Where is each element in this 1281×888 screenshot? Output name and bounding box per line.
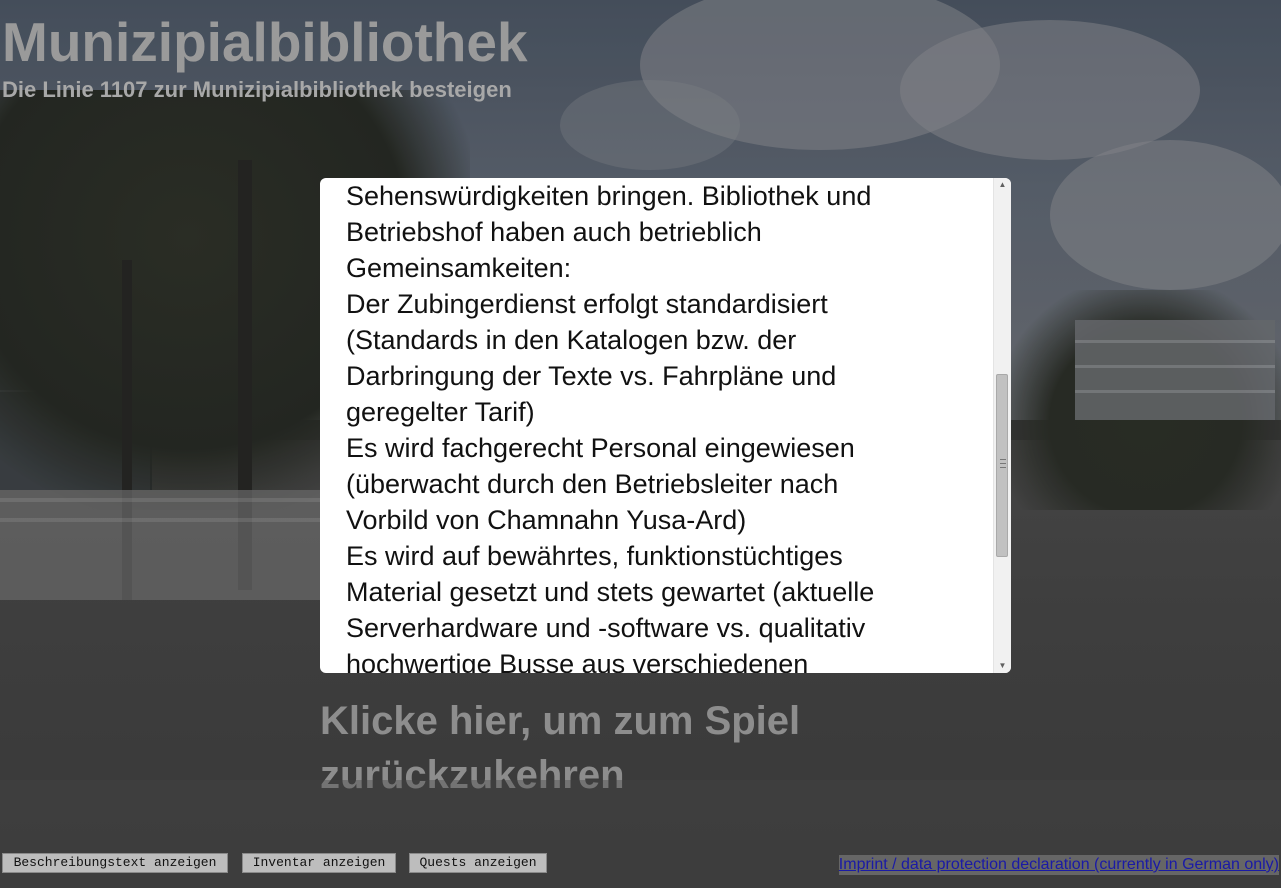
description-line: Serverhardware und -software vs. qualita… (346, 613, 866, 643)
description-line: Es wird auf bewährtes, funktionstüchtige… (346, 541, 843, 571)
description-line: Darbringung der Texte vs. Fahrpläne und (346, 361, 837, 391)
description-line: (überwacht durch den Betriebsleiter nach (346, 469, 839, 499)
description-dialog[interactable]: Sehenswürdigkeiten bringen. Bibliothek u… (320, 178, 1011, 673)
description-line: (Standards in den Katalogen bzw. der (346, 325, 797, 355)
description-line: Sehenswürdigkeiten bringen. Bibliothek u… (346, 181, 872, 211)
description-line: Material gesetzt und stets gewartet (akt… (346, 577, 875, 607)
imprint-link[interactable]: Imprint / data protection declaration (c… (838, 855, 1279, 875)
scroll-down-arrow-icon[interactable]: ▼ (994, 659, 1011, 673)
scroll-thumb[interactable] (996, 374, 1008, 557)
description-line: Es wird fachgerecht Personal eingewiesen (346, 433, 855, 463)
dialog-scrollbar[interactable]: ▲ ▼ (993, 178, 1011, 673)
show-quests-button[interactable]: Quests anzeigen (409, 853, 547, 873)
description-line: Vorbild von Chamnahn Yusa-Ard) (346, 505, 747, 535)
description-line: geregelter Tarif) (346, 397, 535, 427)
page-title: Munizipialbibliothek (2, 11, 528, 73)
scroll-up-arrow-icon[interactable]: ▲ (994, 178, 1011, 192)
description-line: Betriebshof haben auch betrieblich (346, 217, 762, 247)
show-inventory-button[interactable]: Inventar anzeigen (242, 853, 396, 873)
page-subtitle: Die Linie 1107 zur Munizipialbibliothek … (2, 77, 512, 102)
description-line: Gemeinsamkeiten: (346, 253, 572, 283)
description-text: Sehenswürdigkeiten bringen. Bibliothek u… (346, 178, 986, 673)
grip-icon (1000, 459, 1006, 468)
description-line: hochwertige Busse aus verschiedenen (346, 649, 809, 673)
description-line: Der Zubingerdienst erfolgt standardisier… (346, 289, 828, 319)
show-description-button[interactable]: Beschreibungstext anzeigen (2, 853, 228, 873)
